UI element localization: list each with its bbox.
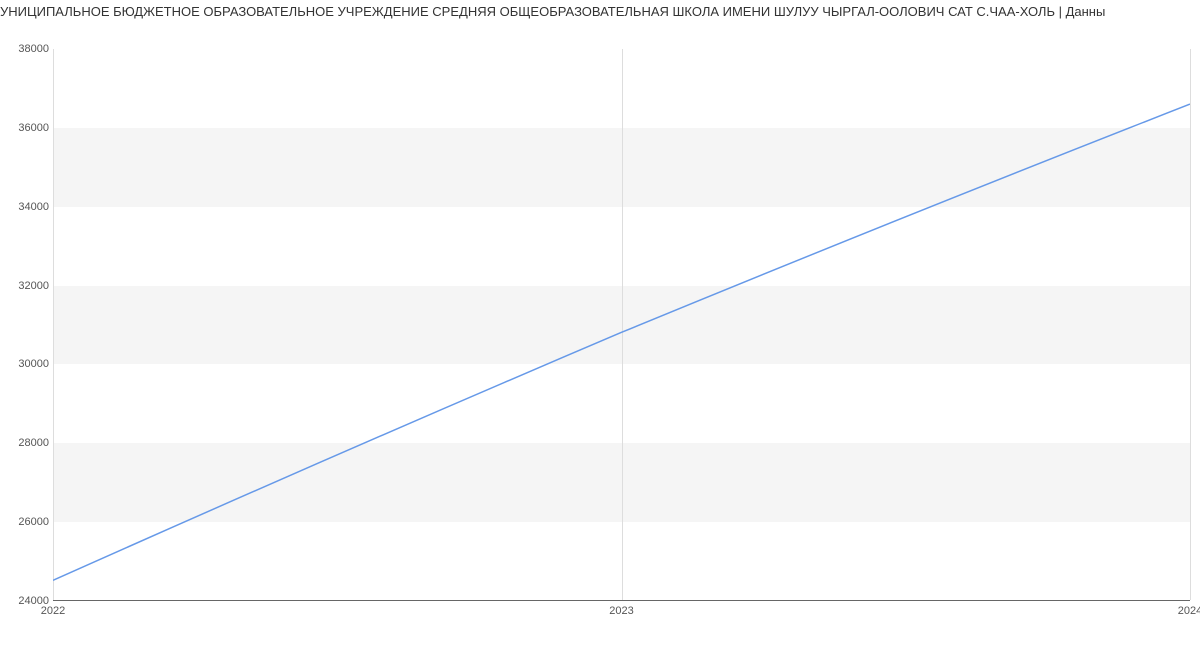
y-tick-label: 34000 — [4, 201, 49, 213]
data-series-line — [53, 104, 1190, 580]
chart-title: УНИЦИПАЛЬНОЕ БЮДЖЕТНОЕ ОБРАЗОВАТЕЛЬНОЕ У… — [0, 0, 1200, 19]
y-tick-label: 26000 — [4, 516, 49, 528]
x-tick-label: 2023 — [609, 605, 633, 617]
chart-container: 2400026000280003000032000340003600038000… — [0, 19, 1200, 639]
plot-area — [53, 49, 1190, 601]
line-svg — [53, 49, 1190, 600]
x-tick-label: 2024 — [1178, 605, 1200, 617]
y-tick-label: 38000 — [4, 43, 49, 55]
gridline-vertical — [1190, 49, 1191, 600]
x-tick-label: 2022 — [41, 605, 65, 617]
y-tick-label: 36000 — [4, 122, 49, 134]
y-tick-label: 28000 — [4, 437, 49, 449]
y-tick-label: 30000 — [4, 358, 49, 370]
y-tick-label: 32000 — [4, 280, 49, 292]
